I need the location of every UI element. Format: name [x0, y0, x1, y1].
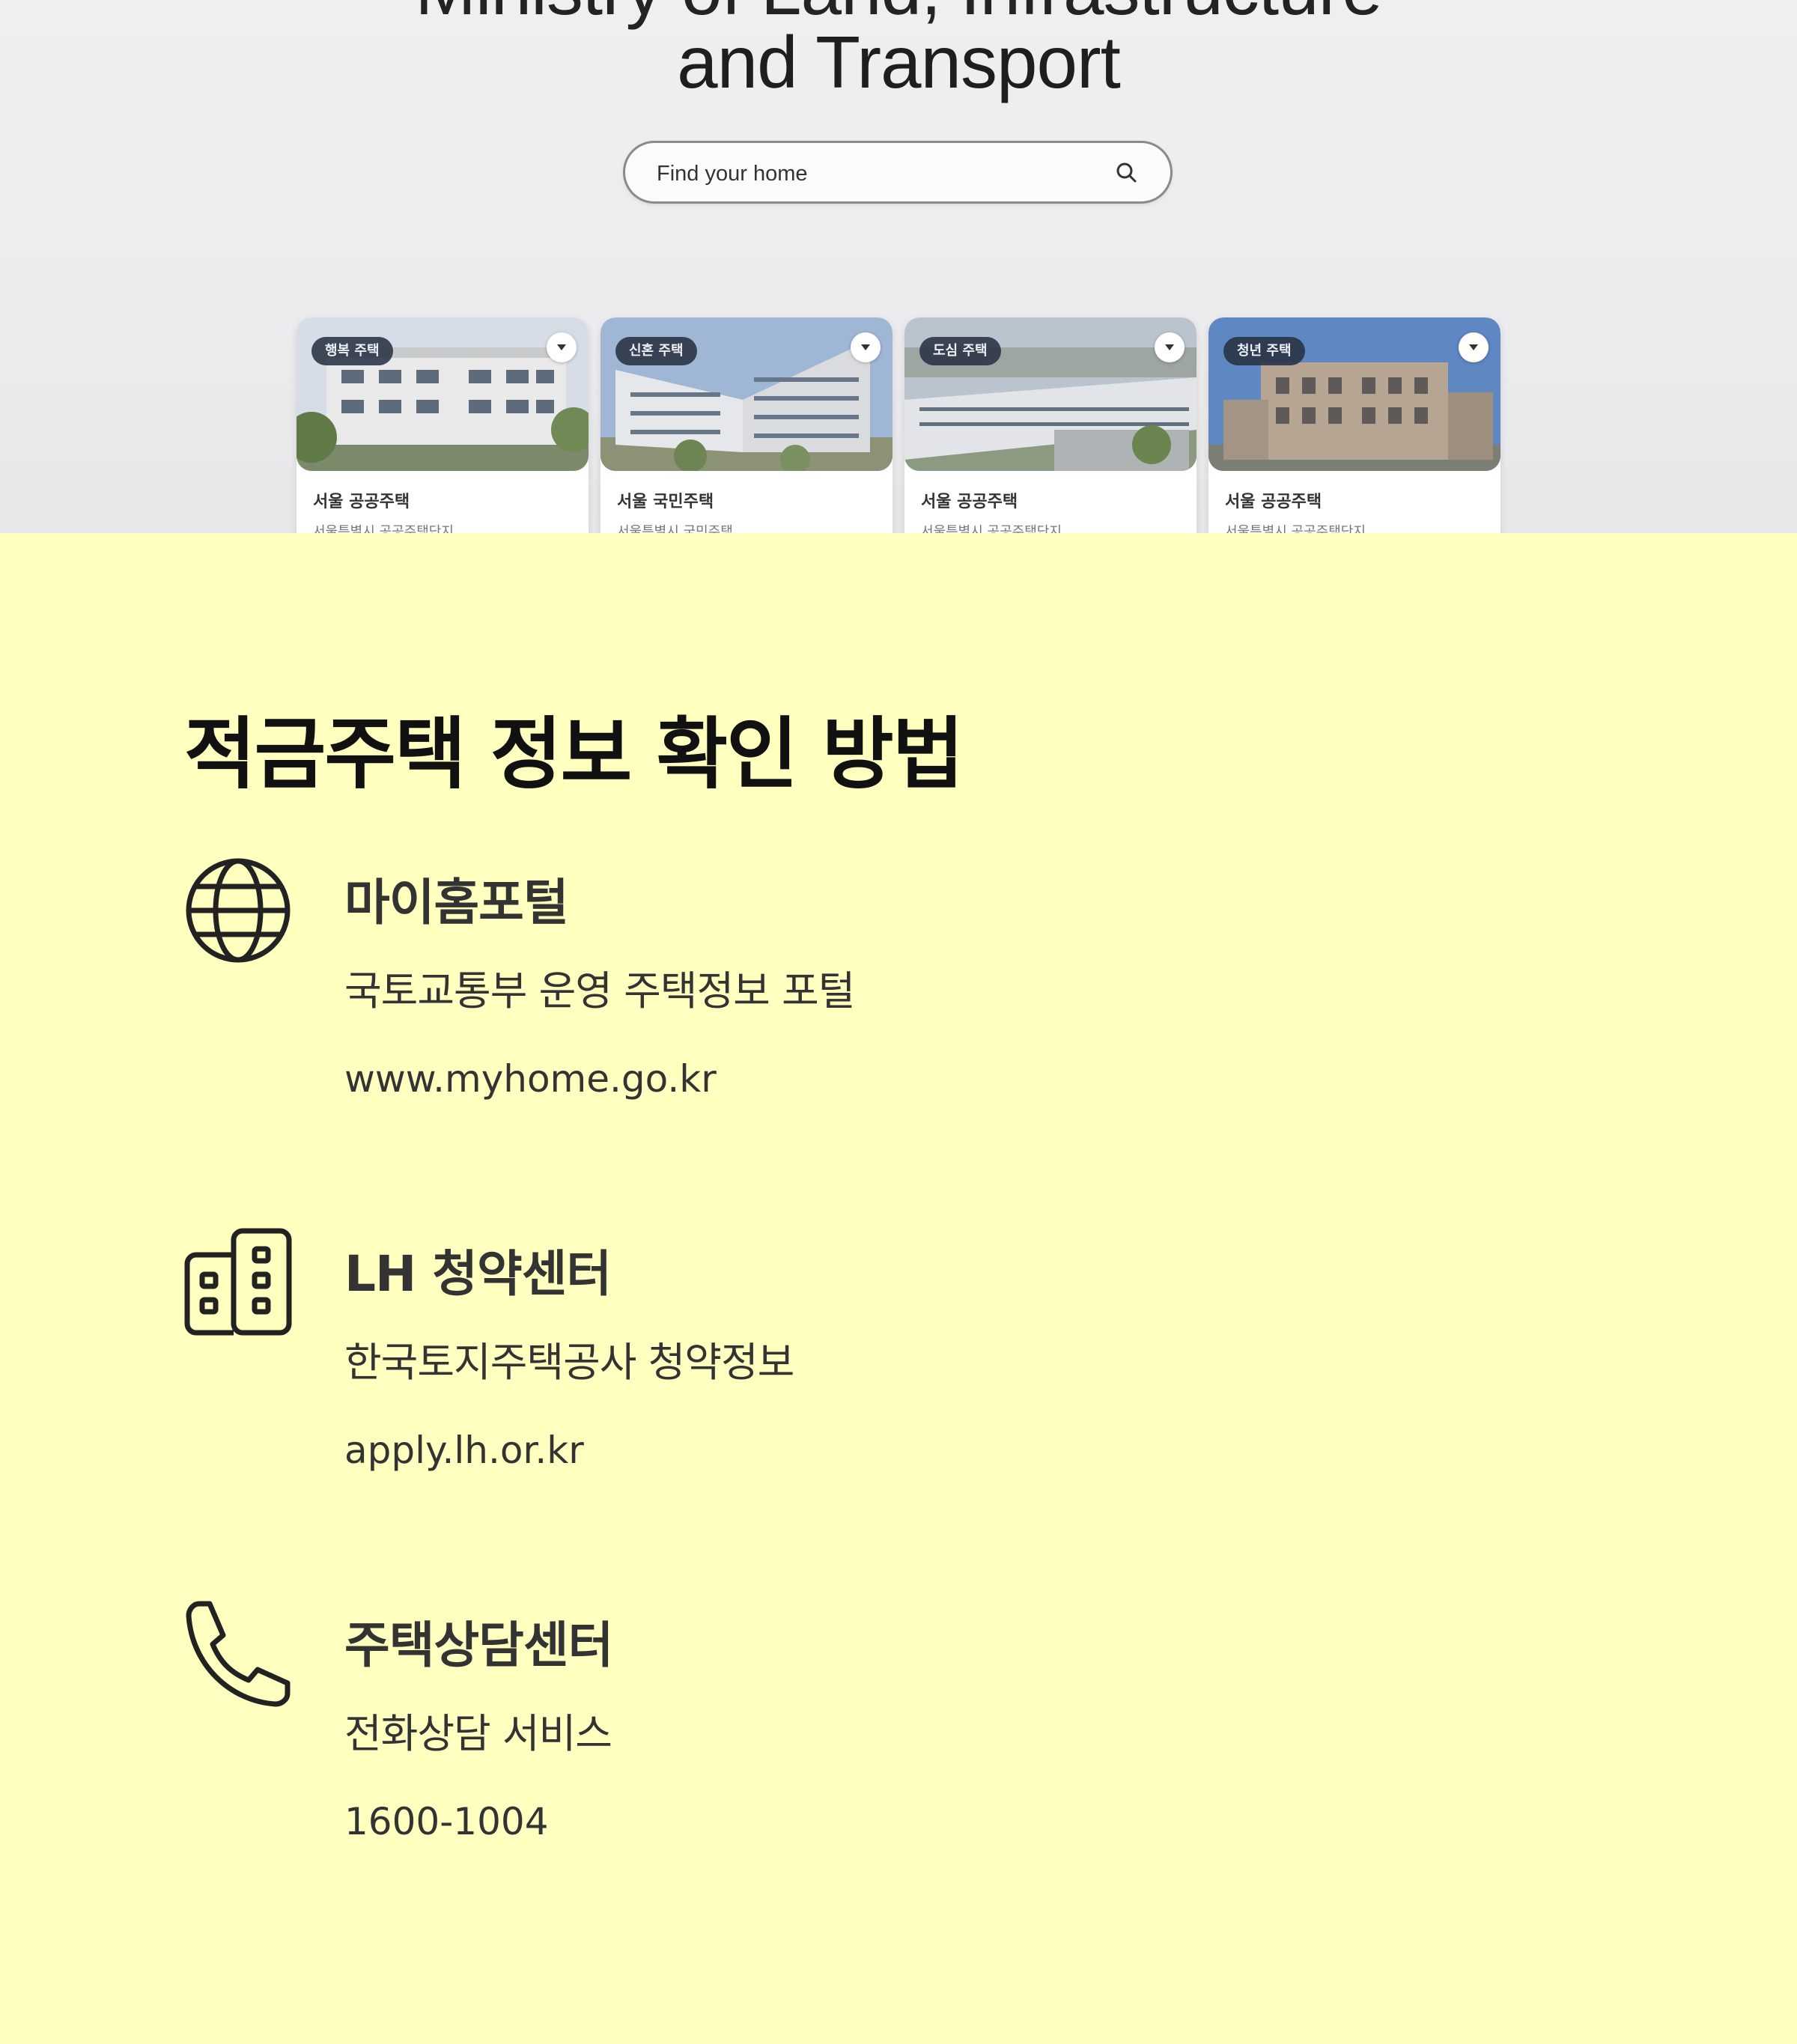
- phone-icon: [186, 1601, 291, 1707]
- info-item-description: 국토교통부 운영 주택정보 포털: [344, 967, 855, 1015]
- globe-icon: [186, 858, 291, 963]
- info-item-title: LH 청약센터: [344, 1245, 612, 1303]
- info-item-myhome: 마이홈포털 국토교통부 운영 주택정보 포털 www.myhome.go.kr: [184, 857, 1532, 1111]
- info-item-description: 한국토지주택공사 청약정보: [344, 1339, 794, 1386]
- property-card[interactable]: 행복 주택 서울 공공주택 서울특별시 공공주택단지: [297, 317, 589, 533]
- housing-info-section: 적금주택 정보 확인 방법 마이홈포털 국토교통부 운영 주택정보 포털 www…: [0, 533, 1797, 2044]
- property-tag: 청년 주택: [1223, 337, 1305, 365]
- hero-banner: Ministry of Land, Infrastructure and Tra…: [0, 0, 1797, 533]
- property-name: 서울 공공주택: [313, 493, 410, 511]
- property-tag: 신혼 주택: [615, 337, 697, 365]
- search-bar[interactable]: [623, 141, 1173, 204]
- favorite-toggle-icon[interactable]: [851, 332, 881, 362]
- property-address: 서울특별시 공공주택단지: [1225, 524, 1366, 533]
- info-item-lh: LH 청약센터 한국토지주택공사 청약정보 apply.lh.or.kr: [184, 1228, 1532, 1482]
- hero-title-line2: and Transport: [677, 21, 1121, 103]
- building-icon: [184, 1228, 292, 1336]
- property-tag: 행복 주택: [311, 337, 393, 365]
- favorite-toggle-icon[interactable]: [1155, 332, 1185, 362]
- property-address: 서울특별시 공공주택단지: [313, 524, 454, 533]
- property-card[interactable]: 신혼 주택 서울 국민주택 서울특별시 국민주택: [600, 317, 893, 533]
- property-name: 서울 공공주택: [1225, 493, 1322, 511]
- property-name: 서울 공공주택: [921, 493, 1018, 511]
- section-title: 적금주택 정보 확인 방법: [184, 708, 964, 800]
- favorite-toggle-icon[interactable]: [547, 332, 577, 362]
- property-tag: 도심 주택: [919, 337, 1001, 365]
- property-address: 서울특별시 공공주택단지: [921, 524, 1062, 533]
- property-card-list: 행복 주택 서울 공공주택 서울특별시 공공주택단지 신혼 주택 서울 국민주택…: [297, 317, 1500, 533]
- phone-number-link[interactable]: 1600-1004: [344, 1801, 549, 1843]
- info-item-description: 전화상담 서비스: [344, 1710, 612, 1757]
- info-item-counseling: 주택상담센터 전화상담 서비스 1600-1004: [184, 1599, 1532, 1854]
- property-address: 서울특별시 국민주택: [617, 524, 733, 533]
- website-link[interactable]: www.myhome.go.kr: [344, 1059, 717, 1100]
- website-link[interactable]: apply.lh.or.kr: [344, 1430, 584, 1471]
- info-item-title: 마이홈포털: [344, 874, 569, 931]
- info-item-title: 주택상담센터: [344, 1616, 613, 1674]
- property-card[interactable]: 도심 주택 서울 공공주택 서울특별시 공공주택단지: [904, 317, 1197, 533]
- property-name: 서울 국민주택: [617, 493, 714, 511]
- favorite-toggle-icon[interactable]: [1459, 332, 1489, 362]
- search-input[interactable]: [655, 159, 1077, 188]
- search-icon[interactable]: [1113, 159, 1139, 185]
- property-card[interactable]: 청년 주택 서울 공공주택 서울특별시 공공주택단지: [1208, 317, 1500, 533]
